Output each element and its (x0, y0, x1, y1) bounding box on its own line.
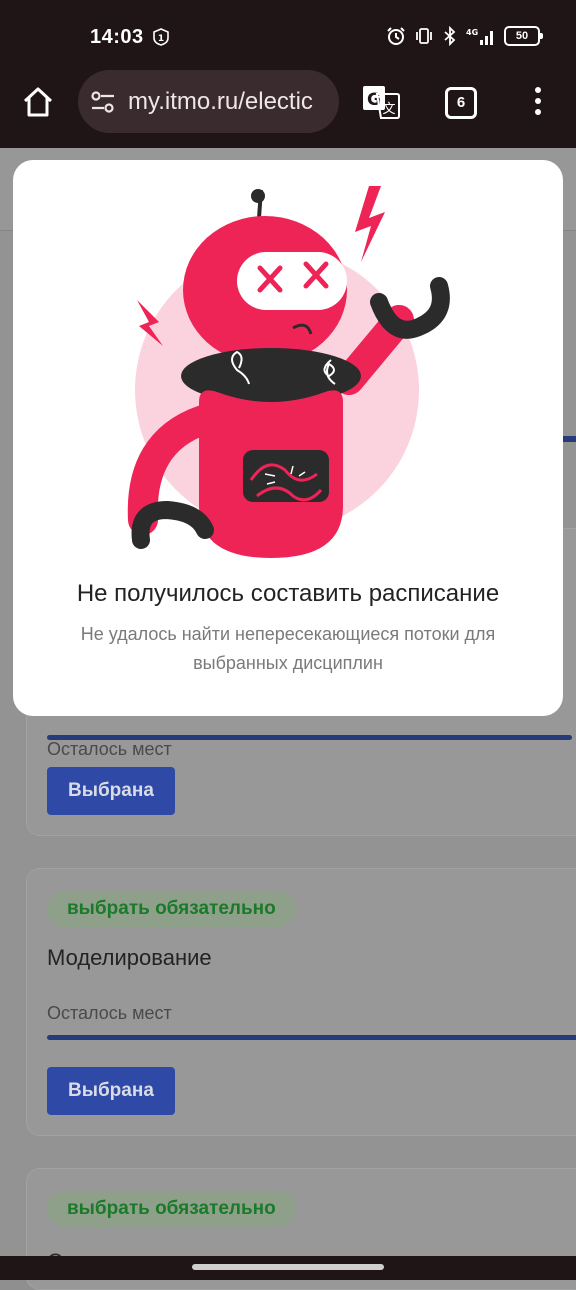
alarm-icon (387, 27, 405, 45)
clock: 14:03 (90, 26, 144, 48)
url-text[interactable]: my.itmo.ru/electic (128, 88, 313, 116)
svg-text:文: 文 (382, 102, 395, 117)
home-gesture-handle[interactable] (192, 1264, 384, 1270)
discipline-card: выбрать обязательно Моделирование Остало… (26, 868, 576, 1136)
browser-toolbar: my.itmo.ru/electic G 文 6 (0, 70, 576, 148)
gesture-navigation-bar (0, 1256, 576, 1280)
translate-icon[interactable]: G 文 (361, 84, 401, 120)
status-bar: 14:03 1 4G 50 (0, 0, 576, 70)
error-dialog: Не получилось составить расписание Не уд… (13, 160, 563, 716)
required-badge: выбрать обязательно (47, 1191, 296, 1227)
address-bar[interactable]: my.itmo.ru/electic (78, 70, 339, 133)
broken-robot-illustration (127, 186, 450, 558)
sim-badge: 1 (158, 34, 164, 44)
selected-button[interactable]: Выбрана (47, 767, 175, 815)
more-vert-icon[interactable] (530, 85, 546, 117)
home-icon[interactable] (20, 84, 56, 120)
dialog-message: Не удалось найти непересекающиеся потоки… (80, 624, 496, 673)
signal-icon: 4G (466, 28, 493, 45)
required-badge: выбрать обязательно (47, 891, 296, 927)
bluetooth-icon (444, 26, 456, 46)
svg-text:4G: 4G (466, 28, 478, 37)
progress-edge (562, 436, 576, 442)
battery-icon: 50 (504, 26, 543, 46)
seats-label: Осталось мест (47, 739, 172, 759)
vibrate-icon (416, 28, 432, 44)
lightning-icon (355, 186, 385, 262)
seats-progress-bar (47, 735, 572, 740)
selected-button[interactable]: Выбрана (47, 1067, 175, 1115)
seats-label: Осталось мест (47, 1003, 172, 1023)
tune-icon[interactable] (90, 90, 116, 114)
dialog-title: Не получилось составить расписание (76, 580, 500, 607)
seats-progress-bar (47, 1035, 576, 1040)
sim-card-icon: 1 (153, 28, 169, 46)
discipline-title: Моделирование (47, 945, 212, 970)
tabs-count-button[interactable]: 6 (445, 87, 477, 119)
